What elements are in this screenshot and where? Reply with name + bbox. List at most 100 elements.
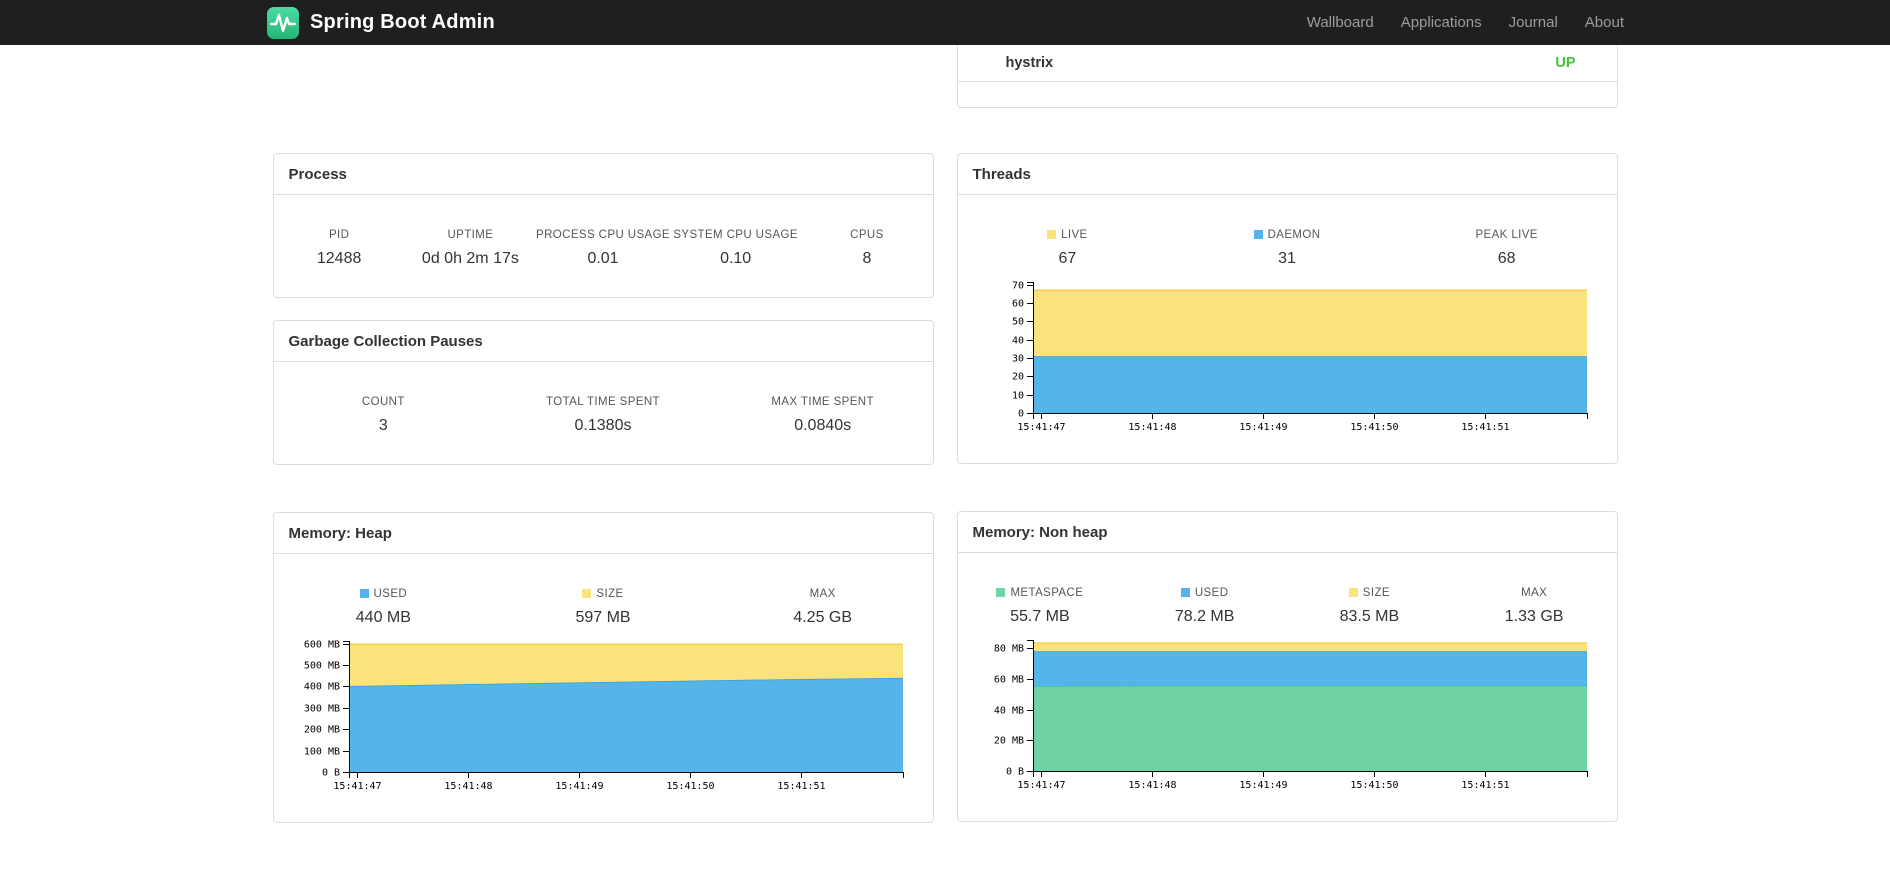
stat-label: PEAK LIVE: [1475, 229, 1538, 241]
legend-swatch-daemon-icon: [1253, 230, 1263, 239]
memory-nonheap-panel: Memory: Non heap METASPACE 55.7 MB USED …: [956, 511, 1618, 822]
nav-links: Wallboard Applications Journal About: [1280, 14, 1624, 31]
memory-heap-panel: Memory: Heap USED 440 MB SIZE 597 MB MAX…: [272, 512, 934, 823]
svg-text:15:41:50: 15:41:50: [1350, 780, 1398, 791]
stat-label: MAX TIME SPENT: [771, 396, 874, 408]
gc-panel: Garbage Collection Pauses COUNT 3 TOTAL …: [272, 320, 934, 465]
svg-text:15:41:47: 15:41:47: [1017, 780, 1065, 791]
stat-label: SIZE: [493, 588, 713, 600]
stat-metaspace: METASPACE 55.7 MB: [958, 587, 1123, 626]
stat-heap-size: SIZE 597 MB: [493, 588, 713, 627]
threads-chart: 0 10 20 30 40 50 60 70 15:41:47 15:41:48 15:41:49 1…: [958, 268, 1617, 438]
stat-heap-used: USED 440 MB: [274, 588, 494, 627]
stat-value: 0.0840s: [794, 417, 852, 434]
svg-text:15:41:51: 15:41:51: [1461, 422, 1509, 433]
stat-value: 1.33 GB: [1504, 608, 1564, 625]
stat-label: TOTAL TIME SPENT: [546, 396, 660, 408]
svg-text:0 B: 0 B: [1005, 767, 1023, 778]
stat-label: USED: [274, 588, 494, 600]
svg-text:15:41:47: 15:41:47: [1017, 422, 1065, 433]
stat-threads-live: LIVE 67: [958, 229, 1178, 268]
stat-value: 55.7 MB: [1010, 608, 1070, 625]
process-stats: PID 12488 UPTIME 0d 0h 2m 17s PROCESS CP…: [274, 195, 933, 268]
threads-legend: LIVE 67 DAEMON 31 PEAK LIVE 68: [958, 195, 1617, 268]
stat-label: COUNT: [361, 396, 405, 408]
svg-text:15:41:49: 15:41:49: [1239, 422, 1287, 433]
process-panel: Process PID 12488 UPTIME 0d 0h 2m 17s PR…: [272, 153, 934, 298]
nav-about[interactable]: About: [1585, 14, 1624, 31]
navbar: Spring Boot Admin Wallboard Applications…: [0, 0, 1890, 45]
stat-value: 78.2 MB: [1174, 608, 1235, 625]
stat-label: LIVE: [958, 229, 1178, 241]
stat-value: 3: [378, 417, 388, 434]
legend-swatch-used-icon: [1180, 588, 1190, 597]
svg-text:15:41:48: 15:41:48: [1128, 422, 1176, 433]
svg-text:20: 20: [1011, 372, 1023, 383]
stat-label: SIZE: [1287, 587, 1452, 599]
svg-text:15:41:48: 15:41:48: [1128, 780, 1176, 791]
svg-text:40: 40: [1011, 336, 1023, 347]
nav-wallboard[interactable]: Wallboard: [1307, 14, 1374, 31]
stat-value: 440 MB: [355, 609, 411, 626]
main-content: Process PID 12488 UPTIME 0d 0h 2m 17s PR…: [272, 45, 1618, 823]
stat-value: 8: [862, 250, 872, 267]
app-logo-icon: [266, 6, 300, 40]
navbar-inner: Spring Boot Admin Wallboard Applications…: [266, 6, 1624, 40]
heap-legend: USED 440 MB SIZE 597 MB MAX 4.25 GB: [274, 554, 933, 627]
stat-threads-daemon: DAEMON 31: [1177, 229, 1397, 268]
brand-link[interactable]: Spring Boot Admin: [266, 6, 495, 40]
nav-journal[interactable]: Journal: [1509, 14, 1558, 31]
svg-text:200 MB: 200 MB: [303, 725, 339, 736]
stat-nonheap-max: MAX 1.33 GB: [1452, 587, 1617, 626]
stat-value: 0.1380s: [574, 417, 632, 434]
svg-text:15:41:50: 15:41:50: [1350, 422, 1398, 433]
stat-label: MAX: [1521, 587, 1548, 599]
stat-value: 67: [1058, 250, 1077, 267]
svg-text:20 MB: 20 MB: [993, 736, 1023, 747]
legend-swatch-live-icon: [1047, 230, 1057, 239]
svg-text:60 MB: 60 MB: [993, 675, 1023, 686]
right-column: hystrix UP Threads LIVE 67 DAEMON 31 PEA…: [956, 45, 1618, 823]
brand-title: Spring Boot Admin: [310, 11, 495, 33]
stat-label: PID: [328, 229, 350, 241]
stat-value: 68: [1497, 250, 1516, 267]
svg-text:30: 30: [1011, 354, 1023, 365]
nonheap-legend: METASPACE 55.7 MB USED 78.2 MB SIZE 83.5…: [958, 553, 1617, 626]
status-badge: UP: [1555, 55, 1576, 71]
svg-text:10: 10: [1011, 391, 1023, 402]
svg-text:60: 60: [1011, 299, 1023, 310]
stat-pid: PID 12488: [274, 229, 405, 268]
svg-text:15:41:47: 15:41:47: [333, 781, 381, 792]
stat-label: PROCESS CPU USAGE: [536, 229, 670, 241]
svg-text:40 MB: 40 MB: [993, 706, 1023, 717]
stat-label: UPTIME: [447, 229, 494, 241]
threads-panel-title: Threads: [957, 154, 1617, 195]
stat-gc-total-time: TOTAL TIME SPENT 0.1380s: [493, 396, 713, 435]
memory-heap-title: Memory: Heap: [273, 513, 933, 554]
stat-value: 31: [1278, 250, 1296, 267]
svg-text:400 MB: 400 MB: [303, 682, 339, 693]
svg-text:15:41:48: 15:41:48: [444, 781, 492, 792]
svg-text:50: 50: [1011, 317, 1023, 328]
stat-value: 4.25 GB: [793, 609, 853, 626]
svg-text:600 MB: 600 MB: [303, 640, 339, 651]
left-column: Process PID 12488 UPTIME 0d 0h 2m 17s PR…: [272, 45, 934, 823]
memory-nonheap-chart: 0 B 20 MB 40 MB 60 MB 80 MB 15:41:47 15:41:48 1…: [958, 626, 1617, 796]
stat-system-cpu: SYSTEM CPU USAGE 0.10: [670, 229, 801, 268]
svg-text:0 B: 0 B: [321, 768, 339, 779]
svg-text:100 MB: 100 MB: [303, 747, 339, 758]
svg-text:15:41:50: 15:41:50: [666, 781, 714, 792]
svg-text:15:41:49: 15:41:49: [1239, 780, 1287, 791]
svg-text:15:41:51: 15:41:51: [1461, 780, 1509, 791]
stat-gc-count: COUNT 3: [274, 396, 494, 435]
stat-process-cpu: PROCESS CPU USAGE 0.01: [536, 229, 670, 268]
stat-threads-peak: PEAK LIVE 68: [1397, 229, 1617, 268]
svg-text:15:41:51: 15:41:51: [777, 781, 825, 792]
application-row[interactable]: hystrix UP: [957, 45, 1617, 82]
application-status-panel: hystrix UP: [956, 45, 1618, 108]
nav-applications[interactable]: Applications: [1401, 14, 1482, 31]
process-panel-title: Process: [273, 154, 933, 195]
svg-text:300 MB: 300 MB: [303, 704, 339, 715]
stat-heap-max: MAX 4.25 GB: [713, 588, 933, 627]
stat-label: USED: [1122, 587, 1287, 599]
